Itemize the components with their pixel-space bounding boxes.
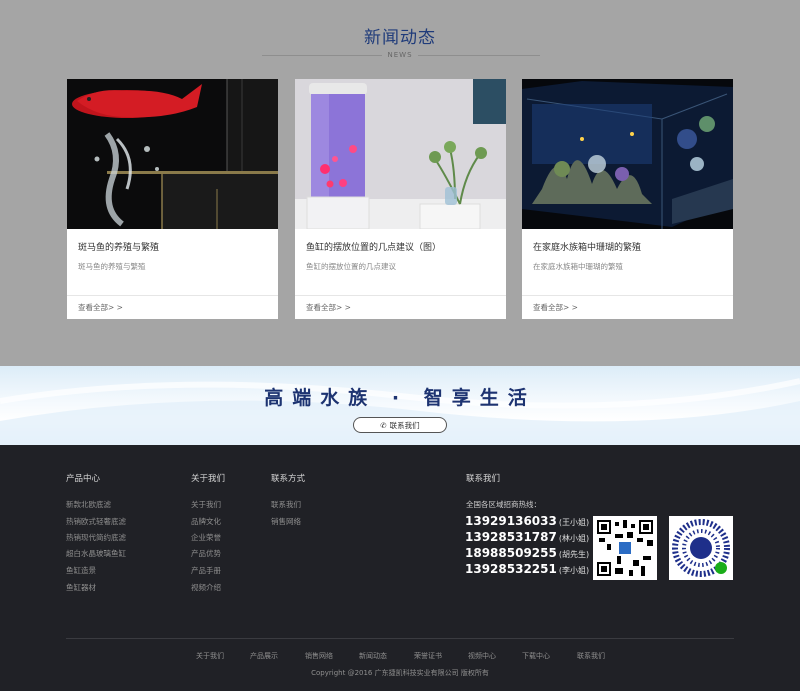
footer-link[interactable]: 鱼缸器材 bbox=[66, 582, 96, 593]
footer-link[interactable]: 产品优势 bbox=[191, 548, 221, 559]
footer-nav-link[interactable]: 关于我们 bbox=[196, 651, 224, 661]
footer-column-title-products: 产品中心 bbox=[66, 474, 101, 484]
hotline-phone-1: 13929136033 (王小姐) bbox=[465, 514, 590, 528]
footer-column-title-contact: 联系我们 bbox=[466, 474, 501, 484]
title-divider-right bbox=[418, 55, 540, 56]
news-section: 新闻动态 NEWS 斑马鱼的养殖与繁殖 斑马鱼的养殖与繁殖 查看全部> > 鱼缸… bbox=[0, 0, 800, 366]
footer-link[interactable]: 关于我们 bbox=[191, 499, 221, 510]
card-divider bbox=[522, 295, 733, 296]
news-card-title[interactable]: 斑马鱼的养殖与繁殖 bbox=[78, 240, 159, 253]
footer-nav-link[interactable]: 销售网络 bbox=[305, 651, 333, 661]
footer-link[interactable]: 企业荣誉 bbox=[191, 532, 221, 543]
footer-column-title-contact-methods: 联系方式 bbox=[271, 474, 306, 484]
copyright-text: Copyright @2016 广东捷凯科技实业有限公司 版权所有 bbox=[311, 669, 489, 677]
hotline-phone-4: 13928532251 (李小姐) bbox=[465, 562, 590, 576]
footer-nav-link[interactable]: 视频中心 bbox=[468, 651, 496, 661]
mini-program-code bbox=[669, 516, 733, 580]
footer-nav-link[interactable]: 联系我们 bbox=[577, 651, 605, 661]
phone-icon: ✆ bbox=[380, 420, 387, 430]
footer-link[interactable]: 热销欧式轻奢底滤 bbox=[66, 516, 126, 527]
footer-nav-link[interactable]: 下载中心 bbox=[522, 651, 550, 661]
view-all-link[interactable]: 查看全部> > bbox=[306, 302, 351, 313]
site-footer: 产品中心 新款北欧底滤 热销欧式轻奢底滤 热销现代简约底滤 超白水晶玻璃鱼缸 鱼… bbox=[0, 445, 800, 691]
footer-nav-link[interactable]: 新闻动态 bbox=[359, 651, 387, 661]
footer-link[interactable]: 视频介绍 bbox=[191, 582, 221, 593]
news-card-summary: 在家庭水族箱中珊瑚的繁殖 bbox=[533, 262, 623, 271]
card-divider bbox=[295, 295, 506, 296]
contact-us-button-label: 联系我们 bbox=[389, 420, 420, 430]
news-card-image-cylinder-tank[interactable] bbox=[295, 79, 506, 229]
hotline-phone-2: 13928531787 (林小姐) bbox=[465, 530, 590, 544]
contact-us-button[interactable]: ✆ 联系我们 bbox=[353, 417, 447, 433]
news-card-1[interactable]: 斑马鱼的养殖与繁殖 斑马鱼的养殖与繁殖 查看全部> > bbox=[67, 79, 278, 319]
view-all-link[interactable]: 查看全部> > bbox=[533, 302, 578, 313]
wechat-qr-code bbox=[593, 516, 657, 580]
footer-nav-link[interactable]: 产品展示 bbox=[250, 651, 278, 661]
footer-link[interactable]: 销售网络 bbox=[271, 516, 301, 527]
slogan-banner: 高端水族 · 智享生活 ✆ 联系我们 bbox=[0, 366, 800, 445]
news-section-title: 新闻动态 bbox=[364, 28, 436, 48]
footer-nav-link[interactable]: 荣誉证书 bbox=[414, 651, 442, 661]
footer-link[interactable]: 产品手册 bbox=[191, 565, 221, 576]
news-section-subtitle: NEWS bbox=[387, 51, 413, 59]
footer-link[interactable]: 热销现代简约底滤 bbox=[66, 532, 126, 543]
news-card-image-coral-reef[interactable] bbox=[522, 79, 733, 229]
footer-link[interactable]: 联系我们 bbox=[271, 499, 301, 510]
footer-link[interactable]: 新款北欧底滤 bbox=[66, 499, 111, 510]
news-card-3[interactable]: 在家庭水族箱中珊瑚的繁殖 在家庭水族箱中珊瑚的繁殖 查看全部> > bbox=[522, 79, 733, 319]
view-all-link[interactable]: 查看全部> > bbox=[78, 302, 123, 313]
footer-divider bbox=[66, 638, 734, 639]
news-card-2[interactable]: 鱼缸的摆放位置的几点建议（图） 鱼缸的摆放位置的几点建议 查看全部> > bbox=[295, 79, 506, 319]
hotline-phone-3: 18988509255 (胡先生) bbox=[465, 546, 590, 560]
news-card-title[interactable]: 在家庭水族箱中珊瑚的繁殖 bbox=[533, 240, 641, 253]
slogan-text: 高端水族 · 智享生活 bbox=[264, 387, 536, 409]
news-card-summary: 鱼缸的摆放位置的几点建议 bbox=[306, 262, 396, 271]
footer-link[interactable]: 超白水晶玻璃鱼缸 bbox=[66, 548, 126, 559]
hotline-label: 全国各区域招商热线： bbox=[466, 500, 541, 509]
footer-link[interactable]: 鱼缸造景 bbox=[66, 565, 96, 576]
news-card-summary: 斑马鱼的养殖与繁殖 bbox=[78, 262, 146, 271]
footer-column-title-about: 关于我们 bbox=[191, 474, 226, 484]
card-divider bbox=[67, 295, 278, 296]
news-card-title[interactable]: 鱼缸的摆放位置的几点建议（图） bbox=[306, 240, 441, 253]
news-card-image-arowana[interactable] bbox=[67, 79, 278, 229]
footer-link[interactable]: 品牌文化 bbox=[191, 516, 221, 527]
